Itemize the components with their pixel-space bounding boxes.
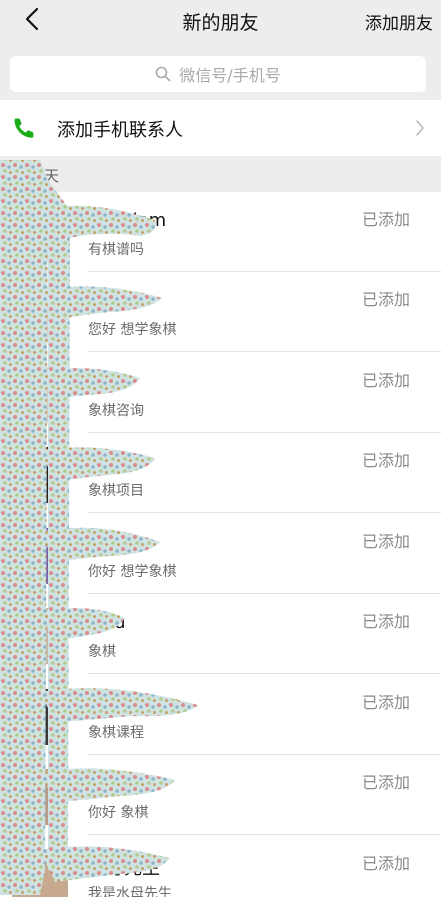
friend-message: 你好 想学象棋 — [88, 564, 177, 580]
divider — [88, 351, 441, 352]
friend-name: Sunnyday — [88, 693, 178, 714]
status-label: 已添加 — [361, 451, 410, 470]
friend-request-item[interactable]: Sunnyday 象棋课程 已添加 — [0, 675, 441, 755]
status-label: 已添加 — [361, 532, 410, 551]
divider — [88, 673, 441, 674]
friend-request-item[interactable]: Meow 您好 想学象棋 已添加 — [0, 272, 441, 352]
friend-request-item[interactable]: 小兔子 你好 象棋 已添加 — [0, 755, 441, 835]
avatar — [12, 850, 68, 897]
avatar — [12, 769, 68, 825]
friend-message: 象棋课程 — [88, 725, 144, 741]
friend-name: Walker — [88, 532, 149, 553]
status-label: 已添加 — [361, 773, 410, 792]
avatar — [12, 608, 68, 664]
navigation-bar: 新的朋友 添加朋友 — [0, 0, 441, 40]
friend-request-item[interactable]: Walker 你好 想学象棋 已添加 — [0, 514, 441, 594]
avatar — [12, 447, 68, 503]
add-phone-contacts-label: 添加手机联系人 — [57, 120, 183, 141]
friend-name: Freedom — [88, 210, 167, 231]
add-phone-contacts-row[interactable]: 添加手机联系人 — [0, 100, 441, 156]
friend-name: Tom — [88, 451, 125, 472]
status-label: 已添加 — [361, 693, 410, 712]
status-label: 已添加 — [361, 290, 410, 309]
friend-message: 你好 象棋 — [88, 805, 149, 821]
section-header: 近三天 — [0, 156, 441, 192]
phone-icon — [14, 118, 34, 138]
friend-message: 您好 想学象棋 — [88, 322, 177, 338]
friend-request-list: Freedom 有棋谱吗 已添加 Meow 您好 想学象棋 已添加 Jay 象棋… — [0, 192, 441, 897]
avatar — [12, 367, 68, 423]
friend-message: 象棋咨询 — [88, 403, 144, 419]
friend-message: 象棋 — [88, 644, 116, 660]
avatar — [12, 689, 68, 745]
divider — [88, 512, 441, 513]
add-friend-button[interactable]: 添加朋友 — [365, 9, 433, 34]
friend-request-item[interactable]: Freedom 有棋谱吗 已添加 — [0, 192, 441, 272]
status-label: 已添加 — [361, 210, 410, 229]
friend-name: Lulu — [88, 612, 126, 633]
status-label: 已添加 — [361, 371, 410, 390]
search-icon — [155, 66, 171, 82]
friend-name: Jay — [88, 371, 115, 392]
friend-message: 象棋项目 — [88, 483, 144, 499]
divider — [88, 834, 441, 835]
friend-request-item[interactable]: Jay 象棋咨询 已添加 — [0, 353, 441, 433]
friend-message: 有棋谱吗 — [88, 242, 144, 258]
search-placeholder: 微信号/手机号 — [179, 66, 281, 85]
friend-name: Meow — [88, 290, 141, 311]
avatar — [12, 286, 68, 342]
search-bar[interactable]: 微信号/手机号 — [10, 56, 426, 92]
friend-request-item[interactable]: Lulu 象棋 已添加 — [0, 594, 441, 674]
avatar — [12, 206, 68, 262]
friend-name: 水母先生 — [88, 858, 160, 879]
status-label: 已添加 — [361, 854, 410, 873]
friend-request-item[interactable]: 水母先生 我是水母先生 已添加 — [0, 836, 441, 897]
chevron-right-icon — [416, 120, 424, 136]
friend-request-item[interactable]: Tom 象棋项目 已添加 — [0, 433, 441, 513]
avatar — [12, 528, 68, 584]
status-label: 已添加 — [361, 612, 410, 631]
friend-message: 我是水母先生 — [88, 886, 172, 897]
friend-name: 小兔子 — [88, 777, 142, 798]
